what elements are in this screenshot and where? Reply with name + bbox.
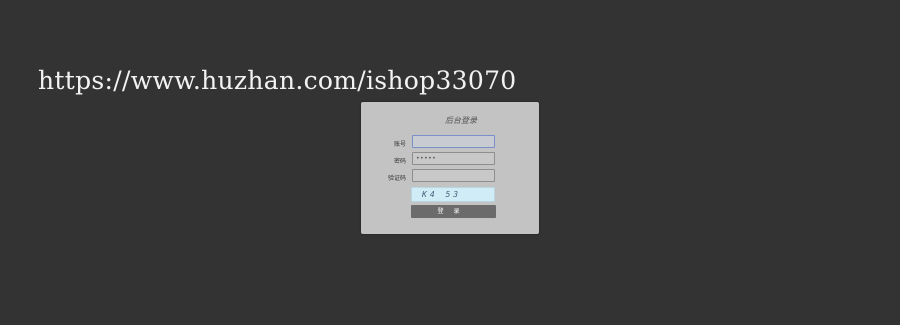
watermark-url: https://www.huzhan.com/ishop33070 xyxy=(38,66,517,95)
login-button[interactable]: 登录 xyxy=(411,205,496,218)
password-label: 密码 xyxy=(393,158,406,165)
password-input[interactable]: ••••• xyxy=(412,152,495,165)
username-input[interactable] xyxy=(412,135,495,148)
captcha-input[interactable] xyxy=(412,169,495,182)
captcha-image[interactable]: K4 53 xyxy=(411,187,495,202)
username-label: 账号 xyxy=(393,141,406,148)
login-panel: 后台登录 账号 密码 ••••• 验证码 K4 53 登录 xyxy=(361,102,539,234)
login-title: 后台登录 xyxy=(445,116,477,125)
captcha-label: 验证码 xyxy=(387,175,406,182)
